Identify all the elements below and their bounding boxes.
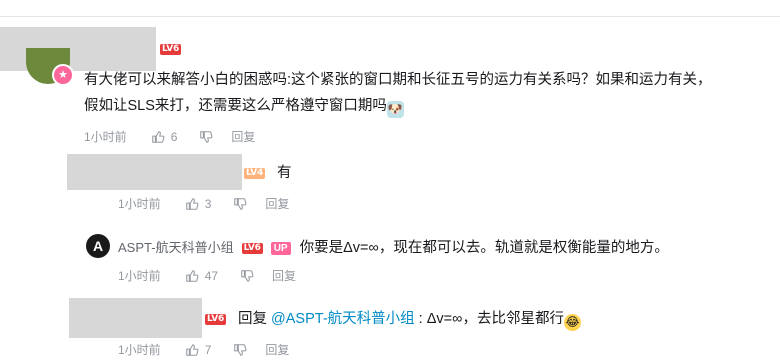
mention-link[interactable]: @ASPT-航天科普小组 <box>271 311 415 327</box>
thumbs-down-icon[interactable] <box>233 343 247 357</box>
username[interactable]: ASPT-航天科普小组 <box>118 239 234 257</box>
top-divider <box>0 16 780 17</box>
timestamp: 1小时前 <box>118 343 161 357</box>
laugh-cry-emoji-icon: 😂 <box>563 314 581 331</box>
thumbs-down-icon[interactable] <box>240 269 254 283</box>
redacted-username-block <box>0 27 156 71</box>
level-badge: LV6 <box>160 44 182 55</box>
redacted-username-block <box>69 298 202 338</box>
like-count: 7 <box>204 343 212 357</box>
reply-header: ASPT-航天科普小组 LV6 UP 你要是Δv=∞，现在都可以去。轨道就是权衡… <box>118 237 669 259</box>
like-count: 6 <box>170 130 178 144</box>
doge-emoji-icon: 🐶 <box>386 101 404 118</box>
thumbs-up-icon[interactable] <box>151 130 165 144</box>
comment-text-line-1: 有大佬可以来解答小白的困惑吗:这个紧张的窗口期和长征五号的运力有关系吗？如果和运… <box>84 72 712 88</box>
reply-text: 你要是Δv=∞，现在都可以去。轨道就是权衡能量的地方。 <box>299 240 669 256</box>
timestamp: 1小时前 <box>118 197 161 211</box>
reply-meta-row: 1小时前 47 回复 <box>118 268 296 284</box>
comment-text-line-2: 假如让SLS来打，还需要这么严格遵守窗口期吗🐶 <box>84 95 404 118</box>
level-badge: LV6 <box>205 314 227 325</box>
thumbs-up-icon[interactable] <box>185 197 199 211</box>
comment-text: 假如让SLS来打，还需要这么严格遵守窗口期吗 <box>84 98 387 114</box>
comment-meta-row: 1小时前 6 回复 <box>84 129 255 145</box>
reply-prefix: 回复 <box>238 311 272 327</box>
level-badge: LV4 <box>244 168 266 179</box>
reply-button[interactable]: 回复 <box>272 268 296 284</box>
reply-button[interactable]: 回复 <box>231 129 255 145</box>
reply-text-line: 回复 @ASPT-航天科普小组 : Δv=∞，去比邻星都行😂 <box>238 308 581 331</box>
avatar-badge-icon: ★ <box>52 64 74 86</box>
thumbs-up-icon[interactable] <box>185 343 199 357</box>
reply-button[interactable]: 回复 <box>265 342 289 358</box>
reply-text: : Δv=∞，去比邻星都行 <box>414 311 564 327</box>
thumbs-down-icon[interactable] <box>199 130 213 144</box>
like-count: 3 <box>204 197 212 211</box>
up-badge: UP <box>270 241 291 255</box>
reply-meta-row: 1小时前 7 回复 <box>118 342 289 358</box>
thumbs-up-icon[interactable] <box>185 269 199 283</box>
timestamp: 1小时前 <box>118 269 161 283</box>
reply-button[interactable]: 回复 <box>265 196 289 212</box>
level-badge: LV6 <box>241 242 263 254</box>
reply-text: 有 <box>277 165 292 181</box>
timestamp: 1小时前 <box>84 130 127 144</box>
thumbs-down-icon[interactable] <box>233 197 247 211</box>
avatar[interactable]: A <box>86 234 110 258</box>
reply-meta-row: 1小时前 3 回复 <box>118 196 289 212</box>
like-count: 47 <box>204 269 219 283</box>
redacted-username-block <box>67 154 242 190</box>
